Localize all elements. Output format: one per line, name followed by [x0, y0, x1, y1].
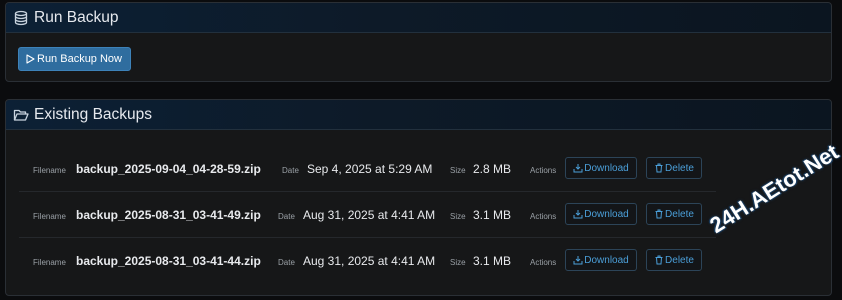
download-label: Download	[584, 208, 629, 220]
download-button[interactable]: Download	[565, 203, 637, 225]
trash-icon	[655, 255, 663, 265]
play-icon	[26, 54, 35, 64]
database-icon	[13, 10, 29, 26]
backup-size: 3.1 MB	[473, 208, 512, 222]
date-label: Date	[278, 258, 295, 267]
run-backup-now-button[interactable]: Run Backup Now	[18, 47, 131, 71]
backup-filename: backup_2025-08-31_03-41-49.zip	[76, 208, 261, 222]
backup-size: 2.8 MB	[473, 162, 512, 176]
backup-date: Aug 31, 2025 at 4:41 AM	[303, 208, 436, 222]
run-backup-panel: Run Backup Run Backup Now	[5, 2, 832, 82]
download-icon	[573, 164, 583, 173]
date-label: Date	[282, 166, 299, 175]
run-backup-title: Run Backup	[34, 8, 119, 26]
existing-backups-panel: Existing Backups Filename backup_2025-09…	[5, 99, 832, 296]
download-button[interactable]: Download	[565, 157, 637, 179]
download-label: Download	[584, 254, 629, 266]
delete-button[interactable]: Delete	[646, 249, 702, 271]
delete-label: Delete	[665, 162, 694, 174]
download-button[interactable]: Download	[565, 249, 637, 271]
run-backup-header: Run Backup	[6, 3, 831, 33]
actions-label: Actions	[530, 166, 557, 175]
existing-backups-header: Existing Backups	[6, 100, 831, 130]
run-backup-now-label: Run Backup Now	[37, 53, 122, 65]
filename-label: Filename	[33, 166, 66, 175]
download-icon	[573, 210, 583, 219]
backup-list: Filename backup_2025-09-04_04-28-59.zip …	[19, 146, 716, 284]
date-label: Date	[278, 212, 295, 221]
download-label: Download	[584, 162, 629, 174]
trash-icon	[655, 209, 663, 219]
delete-button[interactable]: Delete	[646, 157, 702, 179]
backup-row: Filename backup_2025-09-04_04-28-59.zip …	[19, 146, 716, 192]
size-label: Size	[450, 212, 466, 221]
backup-date: Aug 31, 2025 at 4:41 AM	[303, 254, 436, 268]
backup-date: Sep 4, 2025 at 5:29 AM	[307, 162, 433, 176]
delete-label: Delete	[665, 254, 694, 266]
filename-label: Filename	[33, 258, 66, 267]
actions-label: Actions	[530, 258, 557, 267]
trash-icon	[655, 163, 663, 173]
actions-label: Actions	[530, 212, 557, 221]
existing-backups-title: Existing Backups	[34, 105, 153, 123]
size-label: Size	[450, 166, 466, 175]
size-label: Size	[450, 258, 466, 267]
backup-row: Filename backup_2025-08-31_03-41-49.zip …	[19, 192, 716, 238]
backup-filename: backup_2025-09-04_04-28-59.zip	[76, 162, 261, 176]
folder-open-icon	[13, 107, 29, 123]
backup-filename: backup_2025-08-31_03-41-44.zip	[76, 254, 261, 268]
backup-size: 3.1 MB	[473, 254, 512, 268]
delete-button[interactable]: Delete	[646, 203, 702, 225]
backup-row: Filename backup_2025-08-31_03-41-44.zip …	[19, 238, 716, 284]
delete-label: Delete	[665, 208, 694, 220]
download-icon	[573, 256, 583, 265]
filename-label: Filename	[33, 212, 66, 221]
